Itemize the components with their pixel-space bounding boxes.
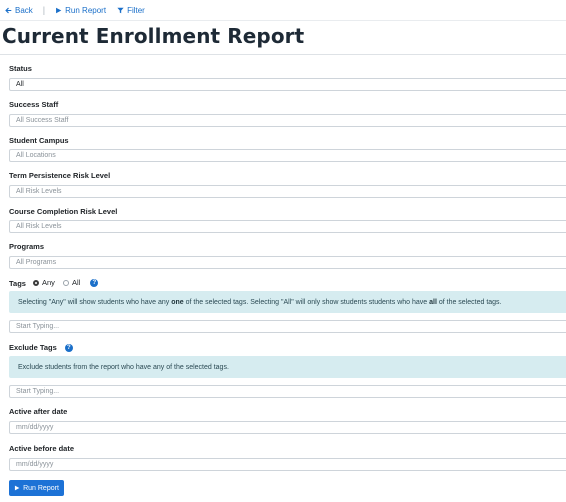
tags-alert-bold-one: one [171,298,184,306]
exclude-tags-info-alert: Exclude students from the report who hav… [9,356,566,378]
back-link[interactable]: Back [5,6,33,15]
active-before-label: Active before date [9,444,75,453]
toolbar-divider: | [42,5,46,15]
active-after-label: Active after date [9,407,68,416]
programs-label: Programs [9,242,45,251]
arrow-left-icon [5,7,12,14]
success-staff-label: Success Staff [9,100,59,109]
tags-all-label[interactable]: All [72,278,80,287]
tags-alert-part1: Selecting "Any" will show students who h… [18,298,172,306]
filter-icon [117,7,124,14]
question-circle-icon[interactable]: ? [64,343,73,352]
filter-label: Filter [127,5,145,15]
tags-all-radio[interactable] [62,279,69,286]
run-report-button-label: Run Report [23,484,59,492]
tags-alert-text: Selecting "Any" will show students who h… [18,299,502,306]
question-circle-icon[interactable]: ? [90,278,99,287]
term-risk-select[interactable]: All Risk Levels [9,185,566,198]
success-staff-select[interactable]: All Success Staff [9,114,566,127]
play-icon [55,7,62,14]
exclude-tags-input[interactable]: Start Typing... [9,385,566,398]
course-risk-label: Course Completion Risk Level [9,207,118,216]
tags-alert-part2: of the selected tags. Selecting "All" wi… [183,298,430,306]
tags-any-radio[interactable] [33,279,39,286]
title-divider [0,54,566,55]
filter-link[interactable]: Filter [117,6,145,15]
active-before-date-input[interactable]: mm/dd/yyyy [9,458,566,471]
exclude-tags-label: Exclude Tags [9,343,57,352]
tags-mode-group: Any All ? [33,278,99,287]
tags-alert-bold-all: all [429,298,437,306]
student-campus-select[interactable]: All Locations [9,149,566,162]
tags-info-alert: Selecting "Any" will show students who h… [9,291,566,313]
run-report-link[interactable]: Run Report [55,6,106,15]
page-title: Current Enrollment Report [2,24,305,48]
programs-select[interactable]: All Programs [9,256,566,269]
course-risk-select[interactable]: All Risk Levels [9,220,566,233]
back-label: Back [15,5,33,15]
active-after-date-input[interactable]: mm/dd/yyyy [9,421,566,434]
play-icon [14,485,20,491]
tags-label: Tags [9,279,26,288]
student-campus-label: Student Campus [9,136,69,145]
tags-any-label[interactable]: Any [42,278,55,287]
tags-alert-part3: of the selected tags. [436,298,502,306]
run-report-label: Run Report [65,5,107,15]
run-report-button[interactable]: Run Report [9,480,64,496]
term-risk-label: Term Persistence Risk Level [9,171,111,180]
tags-input[interactable]: Start Typing... [9,320,566,333]
exclude-tags-label-row: Exclude Tags ? [9,343,73,352]
status-select[interactable]: All [9,78,566,91]
exclude-tags-alert-text: Exclude students from the report who hav… [18,363,229,371]
status-label: Status [9,64,32,73]
toolbar: Back | Run Report Filter [0,0,566,21]
